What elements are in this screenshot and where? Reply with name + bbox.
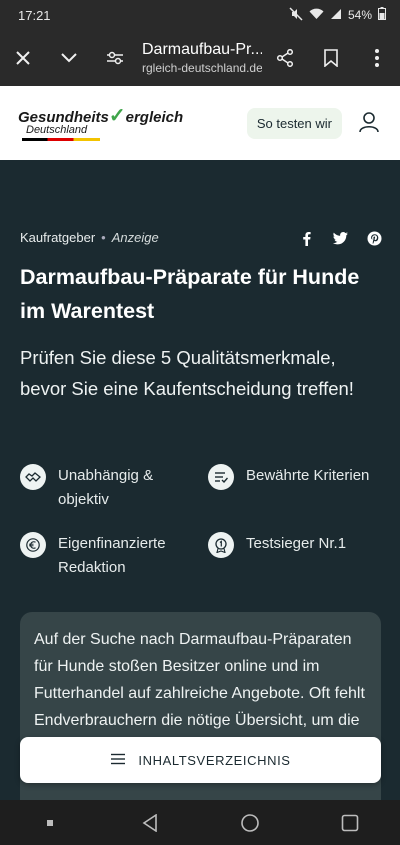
facebook-icon[interactable] bbox=[298, 230, 314, 246]
more-options-icon[interactable] bbox=[354, 30, 400, 86]
back-icon[interactable] bbox=[130, 803, 170, 843]
feature-label: Testsieger Nr.1 bbox=[246, 535, 347, 552]
status-time: 17:21 bbox=[18, 7, 51, 23]
page-title: Darmaufbau-Präparate für Hunde im Warent… bbox=[20, 265, 360, 323]
pinterest-icon[interactable] bbox=[366, 230, 382, 246]
overview-icon[interactable] bbox=[330, 803, 370, 843]
site-settings-icon[interactable] bbox=[92, 30, 138, 86]
battery-icon bbox=[378, 7, 386, 23]
feature-item: Unabhängig & objektiv bbox=[20, 464, 190, 512]
feature-item: Eigenfinanzierte Redaktion bbox=[20, 532, 190, 580]
browser-toolbar: Darmaufbau-Pr... rgleich-deutschland.de bbox=[0, 30, 400, 86]
logo-flag-stripe bbox=[22, 138, 100, 141]
page-subtitle: Prüfen Sie diese 5 Qualitätsmerkmale, be… bbox=[20, 347, 354, 399]
user-icon[interactable] bbox=[358, 111, 382, 135]
feature-item: Testsieger Nr.1 bbox=[208, 532, 388, 558]
table-of-contents-button[interactable]: INHALTSVERZEICHNIS bbox=[20, 737, 381, 783]
site-header: Gesundheits✓ergleich Deutschland So test… bbox=[0, 86, 400, 160]
chevron-down-icon[interactable] bbox=[46, 30, 92, 86]
article-meta: Kaufratgeber • Anzeige bbox=[20, 230, 159, 245]
status-bar: 17:21 54% bbox=[0, 0, 400, 30]
page-tab-title: Darmaufbau-Pr... bbox=[142, 41, 262, 58]
bookmark-icon[interactable] bbox=[308, 30, 354, 86]
page-url: rgleich-deutschland.de bbox=[142, 61, 262, 75]
feature-label: Bewährte Kriterien bbox=[246, 467, 370, 484]
system-nav-bar bbox=[0, 800, 400, 845]
home-icon[interactable] bbox=[230, 803, 270, 843]
so-testen-wir-button[interactable]: So testen wir bbox=[246, 107, 342, 139]
mute-icon bbox=[289, 6, 303, 24]
site-logo[interactable]: Gesundheits✓ergleich Deutschland bbox=[18, 103, 247, 143]
feature-label: Eigenfinanzierte Redaktion bbox=[58, 535, 166, 576]
euro-icon bbox=[20, 532, 46, 558]
close-icon[interactable] bbox=[0, 30, 46, 86]
ad-label: Anzeige bbox=[111, 230, 159, 245]
recent-apps-dot-icon[interactable] bbox=[30, 803, 70, 843]
article-hero: Kaufratgeber • Anzeige Darmaufbau-Präpar… bbox=[0, 160, 400, 812]
status-icons: 54% bbox=[289, 6, 386, 24]
wifi-icon bbox=[309, 8, 324, 23]
category-label[interactable]: Kaufratgeber bbox=[20, 230, 95, 245]
toc-label: INHALTSVERZEICHNIS bbox=[138, 752, 291, 768]
handshake-icon bbox=[20, 464, 46, 490]
check-icon: ✓ bbox=[108, 105, 126, 127]
checklist-icon bbox=[208, 464, 234, 490]
feature-label: Unabhängig & objektiv bbox=[58, 467, 154, 508]
award-icon bbox=[208, 532, 234, 558]
meta-separator: • bbox=[101, 230, 106, 245]
menu-icon bbox=[110, 753, 126, 768]
twitter-icon[interactable] bbox=[332, 230, 348, 246]
battery-percentage: 54% bbox=[347, 8, 372, 22]
signal-icon bbox=[330, 8, 342, 23]
logo-subtitle: Deutschland bbox=[26, 124, 88, 136]
url-bar[interactable]: Darmaufbau-Pr... rgleich-deutschland.de bbox=[138, 41, 262, 75]
share-icon[interactable] bbox=[262, 30, 308, 86]
feature-item: Bewährte Kriterien bbox=[208, 464, 388, 490]
social-share bbox=[298, 230, 382, 246]
